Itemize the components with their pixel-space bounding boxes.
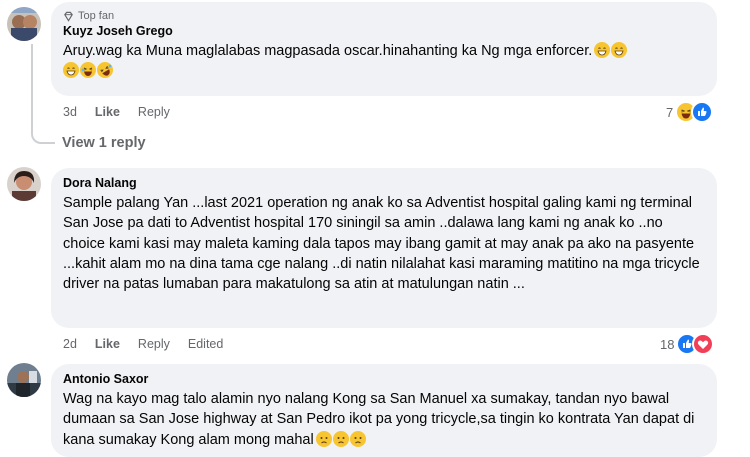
view-replies-link[interactable]: View 1 reply (62, 135, 146, 151)
badge-label: Top fan (78, 10, 115, 22)
grin-emoji (63, 62, 79, 79)
comment-bubble: Dora Nalang Sample palang Yan ...last 20… (51, 168, 717, 328)
reaction-count: 7 (666, 104, 674, 120)
comment-text: Wag na kayo mag talo alamin nyo nalang K… (63, 389, 705, 450)
reply-button[interactable]: Reply (138, 337, 170, 351)
comment-text-body: Aruy.wag ka Muna maglalabas magpasada os… (63, 43, 593, 59)
avatar-antonio[interactable] (7, 363, 41, 397)
reaction-summary[interactable]: 7 (666, 101, 714, 123)
sad-emoji (349, 430, 366, 447)
comment-text: Aruy.wag ka Muna maglalabas magpasada os… (63, 41, 705, 82)
like-button[interactable]: Like (95, 337, 120, 351)
reaction-summary[interactable]: 18 (660, 333, 715, 355)
grin-emoji (594, 42, 611, 58)
laugh-emoji (80, 62, 96, 79)
edited-label[interactable]: Edited (188, 337, 223, 351)
reaction-count: 18 (660, 336, 675, 352)
grin-emoji (611, 42, 628, 58)
comment-time[interactable]: 3d (63, 105, 77, 119)
comment-bubble: Top fan Kuyz Joseh Grego Aruy.wag ka Mun… (51, 2, 717, 96)
comment-author[interactable]: Dora Nalang (63, 176, 705, 190)
comment-text-body: Wag na kayo mag talo alamin nyo nalang K… (63, 391, 695, 448)
comment-author[interactable]: Antonio Saxor (63, 372, 705, 386)
avatar-dora[interactable] (7, 167, 41, 201)
like-button[interactable]: Like (95, 105, 120, 119)
sad-emoji (332, 430, 349, 447)
comment-text: Sample palang Yan ...last 2021 operation… (63, 195, 700, 293)
comment-actions: 2d Like Reply Edited (63, 337, 223, 351)
diamond-icon (64, 11, 73, 22)
comment-actions: 3d Like Reply (63, 105, 170, 119)
comment-author[interactable]: Kuyz Joseh Grego (63, 24, 705, 38)
sad-emoji (315, 430, 332, 447)
reply-button[interactable]: Reply (138, 105, 170, 119)
like-icon (691, 101, 714, 123)
comment-time[interactable]: 2d (63, 337, 77, 351)
heart-icon (692, 333, 715, 355)
comment-bubble: Antonio Saxor Wag na kayo mag talo alami… (51, 364, 717, 457)
avatar-kuyz[interactable] (7, 7, 41, 41)
top-fan-badge: Top fan (63, 10, 705, 22)
rofl-emoji (97, 62, 113, 79)
